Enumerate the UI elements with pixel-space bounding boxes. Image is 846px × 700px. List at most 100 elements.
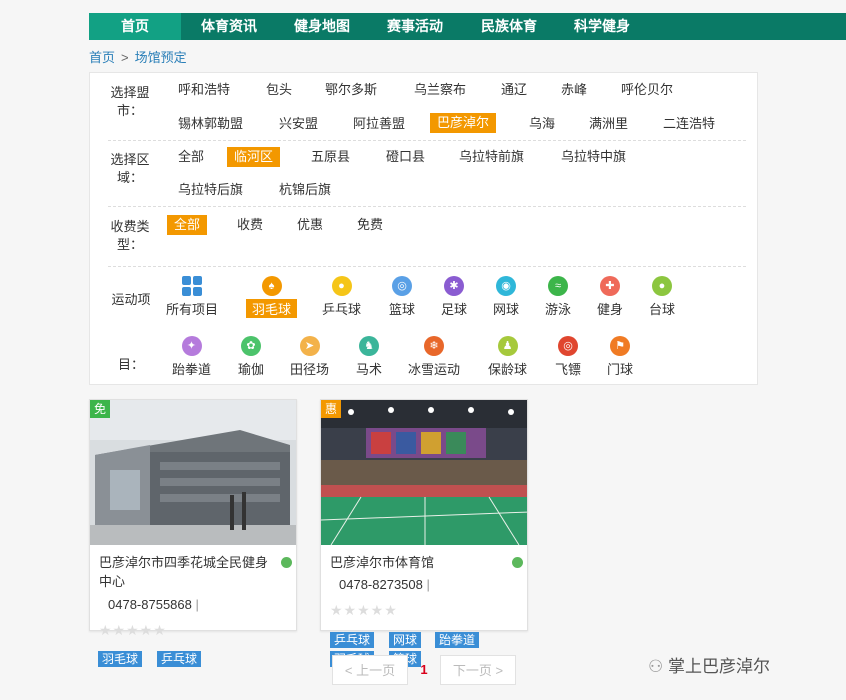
area-option[interactable]: 乌拉特前旗 bbox=[458, 147, 525, 167]
fee-option[interactable]: 收费 bbox=[236, 215, 264, 235]
bowling-icon: ♟ bbox=[497, 336, 518, 356]
sport-bowling[interactable]: ♟ 保龄球 bbox=[488, 336, 527, 378]
sport-tag[interactable]: 乒乓球 bbox=[157, 651, 202, 667]
ski-icon: ❄ bbox=[424, 336, 444, 356]
venue-name[interactable]: 巴彦淖尔市四季花城全民健身 中心 bbox=[99, 553, 268, 591]
sport-yoga[interactable]: ✿ 瑜伽 bbox=[238, 336, 264, 378]
area-option[interactable]: 五原县 bbox=[310, 147, 351, 167]
sport-track[interactable]: ➤ 田径场 bbox=[290, 336, 329, 378]
sport-table-tennis[interactable]: ● 乒乓球 bbox=[322, 276, 361, 318]
current-page[interactable]: 1 bbox=[412, 655, 436, 685]
sport-tag[interactable]: 网球 bbox=[389, 632, 422, 648]
breadcrumb-home[interactable]: 首页 bbox=[89, 50, 115, 65]
venue-name-line: 巴彦淖尔市四季花城全民健身 bbox=[99, 555, 269, 570]
sport-label: 冰雪运动 bbox=[408, 362, 461, 377]
grid-icon bbox=[182, 276, 202, 296]
sport-gateball[interactable]: ⚑ 门球 bbox=[607, 336, 633, 378]
sport-label: 乒乓球 bbox=[322, 302, 362, 317]
venue-card[interactable]: 惠 巴彦淖尔市体育馆 0478-8273508 | ★★★★★ bbox=[320, 399, 528, 631]
nav-item-home[interactable]: 首页 bbox=[89, 13, 181, 40]
nav-item-fitness-map[interactable]: 健身地图 bbox=[282, 13, 362, 40]
city-option[interactable]: 阿拉善盟 bbox=[352, 114, 406, 134]
taekwondo-icon: ✦ bbox=[181, 336, 202, 356]
city-option-selected[interactable]: 巴彦淖尔 bbox=[430, 113, 497, 133]
venue-name-line: 巴彦淖尔市体育馆 bbox=[330, 555, 435, 570]
sport-label: 瑜伽 bbox=[238, 362, 265, 377]
sport-label: 台球 bbox=[649, 302, 676, 317]
sport-billiards[interactable]: ● 台球 bbox=[649, 276, 675, 318]
next-page-button[interactable]: 下一页 > bbox=[440, 655, 516, 685]
city-option[interactable]: 乌海 bbox=[528, 114, 556, 134]
city-option[interactable]: 兴安盟 bbox=[278, 114, 319, 134]
watermark: ⚇ 掌上巴彦淖尔 bbox=[648, 657, 770, 676]
table-tennis-icon: ● bbox=[331, 276, 352, 296]
sport-label: 篮球 bbox=[389, 302, 416, 317]
venue-name[interactable]: 巴彦淖尔市体育馆 bbox=[330, 553, 434, 572]
nav-item-events[interactable]: 赛事活动 bbox=[375, 13, 455, 40]
free-badge: 免 bbox=[90, 400, 110, 418]
nav-item-sports-news[interactable]: 体育资讯 bbox=[189, 13, 269, 40]
area-option-selected[interactable]: 临河区 bbox=[227, 147, 281, 167]
equestrian-icon: ♞ bbox=[359, 336, 379, 356]
city-option[interactable]: 二连浩特 bbox=[662, 114, 716, 134]
city-option[interactable]: 呼和浩特 bbox=[177, 80, 231, 100]
gateball-icon: ⚑ bbox=[610, 336, 630, 356]
city-option[interactable]: 通辽 bbox=[500, 80, 528, 100]
city-option[interactable]: 满洲里 bbox=[588, 114, 629, 134]
nav-item-science-fitness[interactable]: 科学健身 bbox=[562, 13, 642, 40]
divider bbox=[108, 140, 746, 141]
yoga-icon: ✿ bbox=[241, 336, 261, 356]
fee-option-selected[interactable]: 全部 bbox=[167, 215, 208, 235]
city-option[interactable]: 鄂尔多斯 bbox=[324, 80, 378, 100]
sport-darts[interactable]: ◎ 飞镖 bbox=[555, 336, 581, 378]
nav-item-ethnic-sports[interactable]: 民族体育 bbox=[469, 13, 549, 40]
sport-badminton[interactable]: ♠ 羽毛球 bbox=[246, 276, 298, 318]
fitness-icon: ✚ bbox=[600, 276, 620, 296]
sport-fitness[interactable]: ✚ 健身 bbox=[597, 276, 623, 318]
breadcrumb-current[interactable]: 场馆预定 bbox=[135, 50, 187, 65]
basketball-icon: ◎ bbox=[392, 276, 412, 296]
area-option[interactable]: 磴口县 bbox=[385, 147, 426, 167]
wechat-icon[interactable] bbox=[281, 557, 292, 568]
venue-card[interactable]: 免 巴彦淖尔市四季花城全民健身 中心 0478-8755868 | ★★★★★ bbox=[89, 399, 297, 638]
prev-page-button[interactable]: < 上一页 bbox=[332, 655, 408, 685]
track-icon: ➤ bbox=[299, 336, 320, 356]
divider bbox=[108, 206, 746, 207]
area-option[interactable]: 乌拉特中旗 bbox=[560, 147, 627, 167]
area-option[interactable]: 乌拉特后旗 bbox=[177, 180, 244, 200]
badminton-icon: ♠ bbox=[261, 276, 282, 296]
discount-badge: 惠 bbox=[321, 400, 341, 418]
sport-tag[interactable]: 乒乓球 bbox=[330, 632, 375, 648]
city-option[interactable]: 乌兰察布 bbox=[413, 80, 467, 100]
sport-all[interactable]: 所有项目 bbox=[166, 276, 218, 318]
fee-option[interactable]: 免费 bbox=[356, 215, 384, 235]
sport-swimming[interactable]: ≈ 游泳 bbox=[545, 276, 571, 318]
sport-filter-label-bottom: 目： bbox=[117, 357, 144, 372]
sport-label: 足球 bbox=[441, 302, 468, 317]
wechat-icon[interactable] bbox=[512, 557, 523, 568]
rating-stars: ★★★★★ bbox=[330, 602, 398, 618]
sport-tag[interactable]: 羽毛球 bbox=[98, 651, 143, 667]
city-option[interactable]: 赤峰 bbox=[560, 80, 588, 100]
area-option[interactable]: 全部 bbox=[177, 147, 205, 167]
sport-label: 所有项目 bbox=[166, 302, 219, 317]
sport-tag[interactable]: 跆拳道 bbox=[435, 632, 480, 648]
divider bbox=[108, 266, 746, 267]
venue-phone: 0478-8273508 | bbox=[339, 577, 430, 592]
top-nav: 首页 体育资讯 健身地图 赛事活动 民族体育 科学健身 bbox=[89, 13, 846, 40]
sport-ski[interactable]: ❄ 冰雪运动 bbox=[408, 336, 460, 378]
sport-label: 跆拳道 bbox=[172, 362, 212, 377]
sport-basketball[interactable]: ◎ 篮球 bbox=[389, 276, 415, 318]
venue-phone: 0478-8755868 | bbox=[108, 597, 199, 612]
sport-label: 田径场 bbox=[290, 362, 330, 377]
city-option[interactable]: 包头 bbox=[265, 80, 293, 100]
fee-option[interactable]: 优惠 bbox=[296, 215, 324, 235]
city-option[interactable]: 呼伦贝尔 bbox=[620, 80, 674, 100]
area-option[interactable]: 杭锦后旗 bbox=[278, 180, 332, 200]
sport-equestrian[interactable]: ♞ 马术 bbox=[356, 336, 382, 378]
sport-tennis[interactable]: ◉ 网球 bbox=[493, 276, 519, 318]
sport-taekwondo[interactable]: ✦ 跆拳道 bbox=[172, 336, 211, 378]
sport-filter-label-top: 运动项 bbox=[111, 292, 151, 307]
city-option[interactable]: 锡林郭勒盟 bbox=[177, 114, 244, 134]
sport-football[interactable]: ✱ 足球 bbox=[441, 276, 467, 318]
